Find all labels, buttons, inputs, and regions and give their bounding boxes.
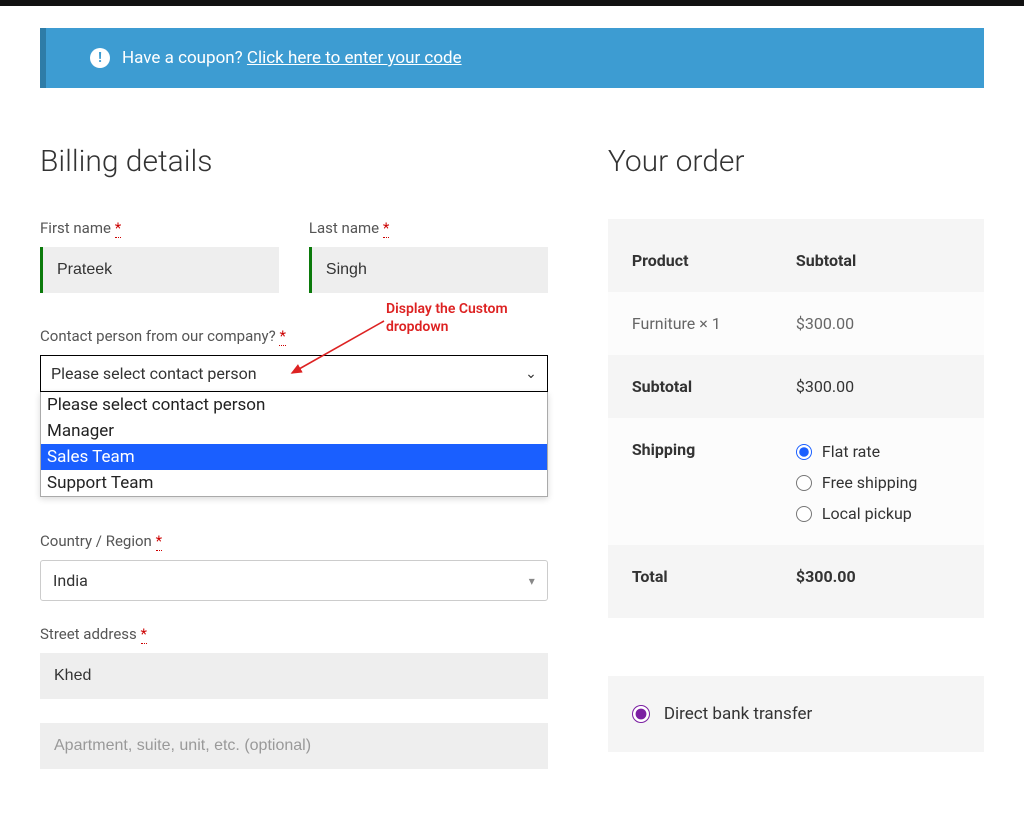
contact-dropdown-list: Please select contact person Manager Sal… — [40, 392, 548, 497]
shipping-option-local[interactable]: Local pickup — [796, 504, 960, 523]
annotation-text: Display the Custom dropdown — [386, 301, 508, 336]
last-name-input[interactable] — [309, 247, 548, 293]
country-select-value: India — [53, 571, 88, 590]
shipping-radio-free[interactable] — [796, 475, 812, 491]
order-subtotal-value: $300.00 — [796, 377, 960, 396]
order-item-name: Furniture — [632, 314, 695, 333]
order-shipping-row: Shipping Flat rate Free shipping — [608, 418, 984, 545]
info-icon: ! — [90, 48, 110, 68]
required-asterisk: * — [141, 625, 147, 644]
order-table: Product Subtotal Furniture × 1 $300.00 S… — [608, 219, 984, 618]
required-asterisk: * — [115, 219, 121, 238]
shipping-option-free[interactable]: Free shipping — [796, 473, 960, 492]
last-name-label: Last name * — [309, 219, 548, 237]
shipping-radio-flat[interactable] — [796, 444, 812, 460]
first-name-label: First name * — [40, 219, 279, 237]
chevron-down-icon: ⌄ — [525, 366, 537, 382]
required-asterisk: * — [279, 327, 285, 346]
shipping-radio-local[interactable] — [796, 506, 812, 522]
order-header-product: Product — [632, 251, 796, 270]
contact-option[interactable]: Please select contact person — [41, 392, 547, 418]
order-subtotal-label: Subtotal — [632, 377, 796, 396]
contact-option[interactable]: Support Team — [41, 470, 547, 496]
order-item-qty: × 1 — [699, 314, 721, 333]
first-name-input[interactable] — [40, 247, 279, 293]
order-title: Your order — [608, 144, 984, 179]
order-header-subtotal: Subtotal — [796, 251, 960, 270]
contact-option[interactable]: Manager — [41, 418, 547, 444]
order-total-row: Total $300.00 — [608, 545, 984, 608]
shipping-option-flat[interactable]: Flat rate — [796, 442, 960, 461]
order-item-price: $300.00 — [796, 314, 960, 333]
required-asterisk: * — [383, 219, 389, 238]
street-address-input[interactable] — [40, 653, 548, 699]
coupon-banner: ! Have a coupon? Click here to enter you… — [40, 28, 984, 88]
order-total-label: Total — [632, 567, 796, 586]
payment-option-bank[interactable]: Direct bank transfer — [632, 704, 960, 724]
street-address-2-input[interactable] — [40, 723, 548, 769]
order-total-value: $300.00 — [796, 567, 960, 586]
payment-methods: Direct bank transfer — [608, 676, 984, 752]
contact-option[interactable]: Sales Team — [41, 444, 547, 470]
order-item-row: Furniture × 1 $300.00 — [608, 292, 984, 355]
required-asterisk: * — [156, 532, 162, 551]
contact-select[interactable]: Please select contact person ⌄ — [40, 355, 548, 392]
coupon-link[interactable]: Click here to enter your code — [247, 48, 462, 68]
country-select[interactable]: India ▾ — [40, 560, 548, 601]
billing-title: Billing details — [40, 144, 548, 179]
order-section: Your order Product Subtotal Furniture × … — [608, 144, 984, 793]
billing-section: Billing details First name * Last name * — [40, 144, 548, 793]
caret-down-icon: ▾ — [529, 574, 535, 588]
order-subtotal-row: Subtotal $300.00 — [608, 355, 984, 418]
country-label: Country / Region * — [40, 532, 548, 550]
contact-select-value: Please select contact person — [51, 364, 257, 383]
street-label: Street address * — [40, 625, 548, 643]
coupon-text: Have a coupon? — [122, 48, 243, 68]
order-header-row: Product Subtotal — [608, 229, 984, 292]
payment-radio-bank[interactable] — [632, 705, 650, 723]
order-shipping-label: Shipping — [632, 440, 796, 523]
